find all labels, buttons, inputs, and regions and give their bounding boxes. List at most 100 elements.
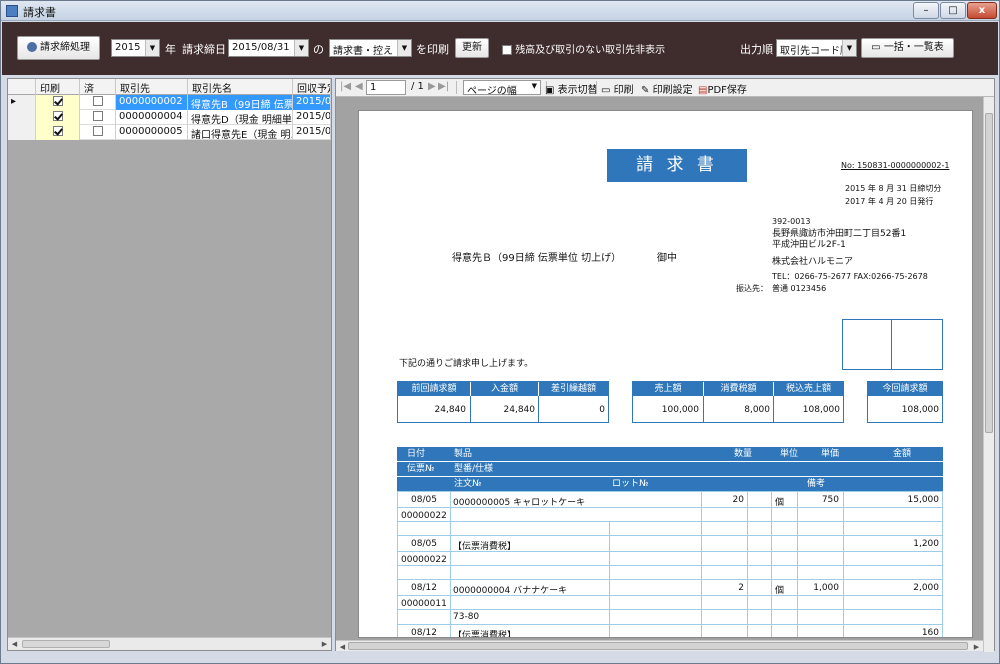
- date-cell[interactable]: 2015/09/: [293, 95, 331, 110]
- divider: [538, 396, 539, 423]
- first-page-icon[interactable]: |◀: [340, 81, 351, 92]
- maximize-button[interactable]: □: [940, 2, 966, 19]
- invoice-close-process-button[interactable]: 請求締処理: [17, 36, 100, 60]
- hide-checkbox-label: 残高及び取引のない取引先非表示: [515, 45, 666, 56]
- hide-checkbox[interactable]: [502, 45, 512, 55]
- scrollbar-thumb[interactable]: [985, 113, 993, 433]
- col-rule: [771, 491, 772, 637]
- print-checkbox[interactable]: [52, 96, 63, 106]
- summary-value: 24,840: [503, 405, 536, 415]
- col-collect-date[interactable]: 回収予定: [293, 79, 331, 95]
- scrollbar-thumb[interactable]: [348, 642, 968, 650]
- table-row[interactable]: 0000000005 諸口得意先E（現金 明… 2015/08/: [8, 125, 331, 140]
- done-cell[interactable]: [80, 110, 116, 125]
- pdf-save-label: PDF保存: [707, 85, 747, 96]
- update-button[interactable]: 更新: [455, 38, 489, 58]
- done-checkbox[interactable]: [92, 126, 103, 136]
- print-cell[interactable]: [36, 125, 80, 140]
- code-cell[interactable]: 0000000004: [116, 110, 188, 125]
- col-done[interactable]: 済: [80, 79, 116, 95]
- summary-value: 100,000: [661, 405, 699, 415]
- col-name[interactable]: 取引先名: [188, 79, 293, 95]
- hide-no-transaction-toggle[interactable]: 残高及び取引のない取引先非表示: [502, 41, 665, 56]
- row-rule: [397, 609, 943, 610]
- print-label: を印刷: [416, 43, 449, 56]
- th-amount: 金額: [893, 449, 912, 459]
- done-checkbox[interactable]: [92, 96, 103, 106]
- print-label: 印刷: [613, 85, 634, 96]
- tel-fax: TEL：0266-75-2677 FAX:0266-75-2678: [772, 272, 928, 281]
- code-cell[interactable]: 0000000005: [116, 125, 188, 140]
- table-row[interactable]: ▸ 0000000002 得意先B（99日締 伝票… 2015/09/: [8, 95, 331, 110]
- batch-list-print-button[interactable]: ▭ 一括・一覧表: [861, 38, 954, 58]
- vertical-scrollbar[interactable]: [983, 97, 994, 652]
- detail-header-row-2: 伝票№ 型番/仕様: [397, 462, 943, 476]
- print-cell[interactable]: [36, 95, 80, 110]
- horizontal-scrollbar[interactable]: ◀ ▶: [8, 637, 331, 650]
- output-order-value: 取引先コード順: [780, 46, 850, 57]
- line-amount: 1,200: [913, 539, 939, 549]
- chevron-down-icon: ▼: [842, 40, 856, 56]
- summary-value: 108,000: [901, 405, 939, 415]
- th-note: 備考: [807, 479, 826, 489]
- output-order-label: 出力順: [740, 43, 773, 56]
- greeting-text: 下記の通りご請求申し上げます。: [399, 359, 534, 369]
- horizontal-scrollbar[interactable]: ◀ ▶: [336, 640, 983, 651]
- chevron-down-icon: ▼: [531, 82, 537, 90]
- prev-page-icon[interactable]: ◀: [355, 81, 363, 92]
- last-page-icon[interactable]: ▶|: [438, 81, 449, 92]
- next-page-icon[interactable]: ▶: [428, 81, 436, 92]
- year-select[interactable]: 2015 ▼: [111, 39, 160, 57]
- print-checkbox[interactable]: [52, 126, 63, 136]
- address-line-2: 平成沖田ビル2F-1: [772, 240, 846, 250]
- col-code[interactable]: 取引先: [116, 79, 188, 95]
- document-type-select[interactable]: 請求書・控え ▼: [329, 39, 412, 57]
- zoom-select[interactable]: ページの幅 ▼: [463, 80, 541, 97]
- close-date-label: 請求締日: [182, 43, 226, 56]
- date-cell[interactable]: 2015/08/: [293, 110, 331, 125]
- name-cell[interactable]: 得意先B（99日締 伝票…: [188, 95, 293, 110]
- report-viewer: |◀ ◀ 1 / 1 ▶ ▶| ページの幅 ▼ ▣ 表示切替 ▭ 印刷 ✎ 印刷設…: [335, 78, 995, 652]
- scroll-right-icon[interactable]: ▶: [318, 638, 331, 650]
- output-order-select[interactable]: 取引先コード順 ▼: [776, 39, 857, 57]
- print-settings-button[interactable]: ✎ 印刷設定: [641, 81, 693, 96]
- divider: [703, 396, 704, 423]
- page-number-input[interactable]: 1: [366, 80, 406, 95]
- close-date-picker[interactable]: 2015/08/31 ▼: [228, 39, 309, 57]
- app-icon: [6, 5, 18, 17]
- col-rule: [450, 491, 451, 637]
- toolbar-separator: [456, 81, 457, 94]
- name-cell[interactable]: 得意先D（現金 明細単…: [188, 110, 293, 125]
- line-price: 1,000: [813, 583, 839, 593]
- table-row[interactable]: 0000000004 得意先D（現金 明細単… 2015/08/: [8, 110, 331, 125]
- seal-box: [842, 319, 943, 370]
- print-checkbox[interactable]: [52, 111, 63, 121]
- year-value: 2015: [115, 42, 141, 53]
- line-date: 08/05: [411, 495, 437, 505]
- print-button[interactable]: ▭ 印刷: [601, 81, 634, 96]
- close-button[interactable]: x: [967, 2, 997, 19]
- chevron-down-icon: ▼: [294, 40, 308, 56]
- done-cell[interactable]: [80, 95, 116, 110]
- scroll-right-icon[interactable]: ▶: [970, 641, 983, 653]
- scrollbar-thumb[interactable]: [22, 640, 110, 648]
- print-cell[interactable]: [36, 110, 80, 125]
- year-label: 年: [165, 43, 176, 56]
- pdf-save-button[interactable]: ▤PDF保存: [698, 81, 747, 96]
- minimize-button[interactable]: –: [913, 2, 939, 19]
- done-checkbox[interactable]: [92, 111, 103, 121]
- display-toggle-button[interactable]: ▣ 表示切替: [545, 81, 598, 96]
- honorific: 御中: [657, 253, 677, 264]
- date-cell[interactable]: 2015/08/: [293, 125, 331, 140]
- done-cell[interactable]: [80, 125, 116, 140]
- name-cell[interactable]: 諸口得意先E（現金 明…: [188, 125, 293, 140]
- summary-value: 108,000: [802, 405, 840, 415]
- line-qty: 2: [738, 583, 744, 593]
- summary-header: 差引繰越額: [539, 382, 608, 396]
- code-cell[interactable]: 0000000002: [116, 95, 188, 110]
- col-print[interactable]: 印刷: [36, 79, 80, 95]
- scroll-left-icon[interactable]: ◀: [8, 638, 21, 650]
- row-rule: [397, 491, 943, 492]
- row-indicator: ▸: [8, 95, 36, 110]
- divider: [470, 396, 471, 423]
